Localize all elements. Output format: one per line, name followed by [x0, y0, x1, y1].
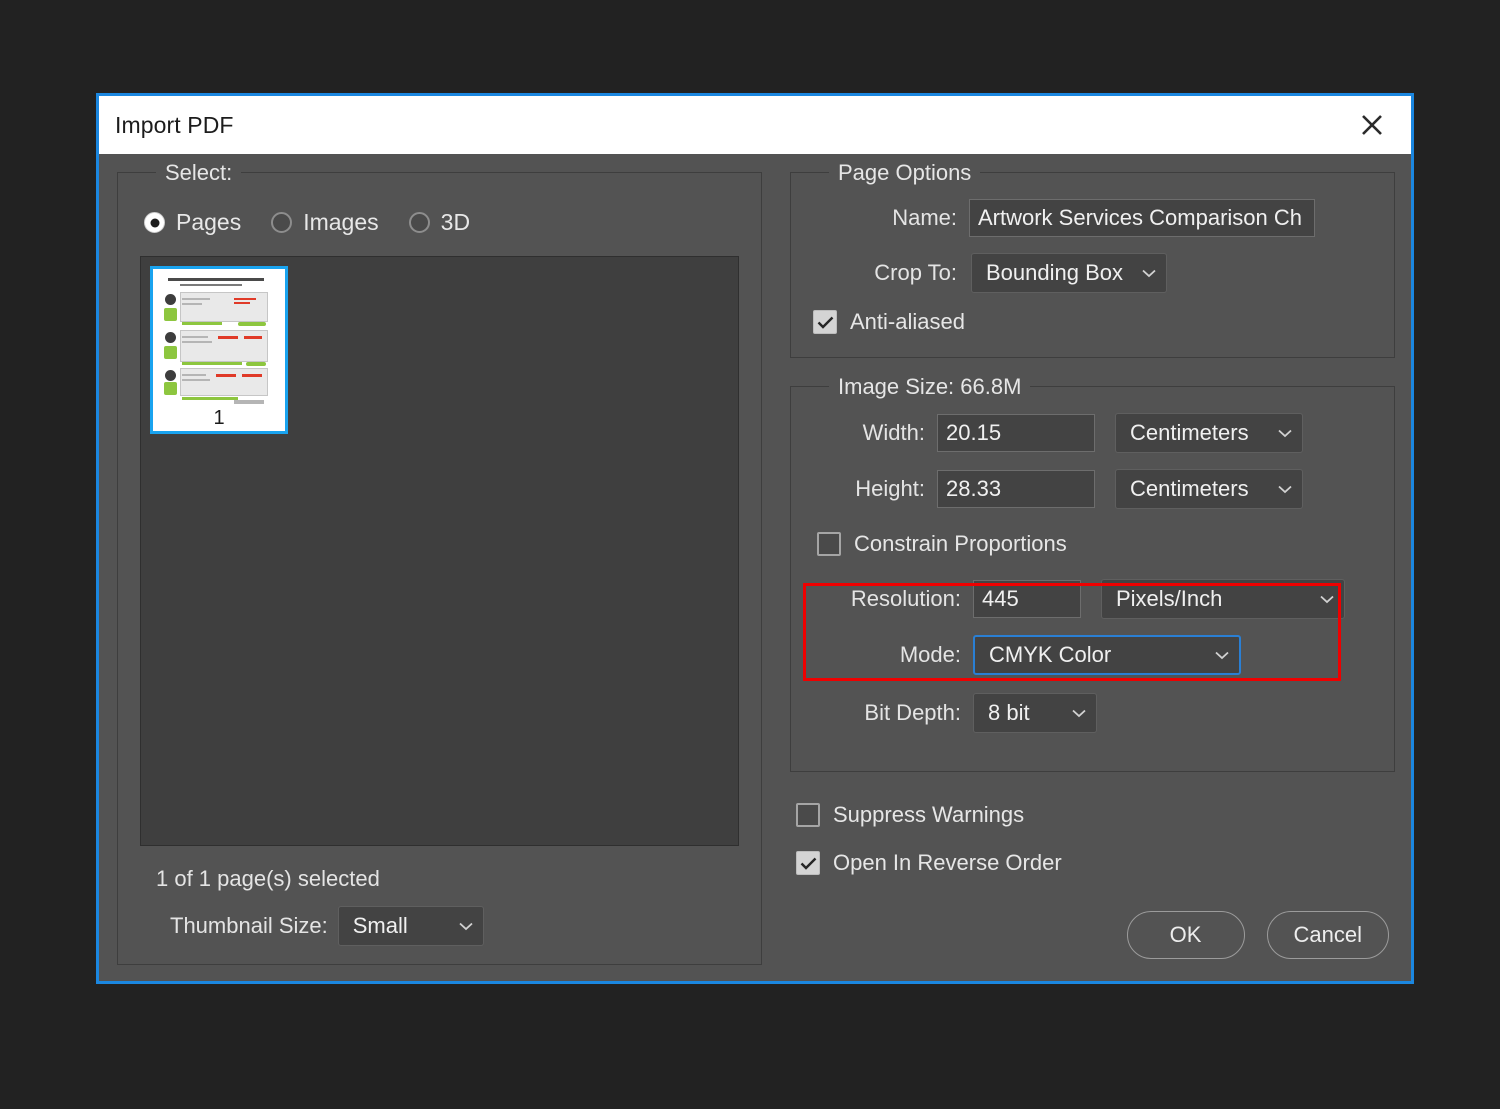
anti-aliased-label: Anti-aliased [850, 309, 965, 334]
crop-to-row: Crop To: Bounding Box [813, 253, 1372, 293]
crop-to-label: Crop To: [874, 260, 957, 285]
dialog-actions: OK Cancel [790, 911, 1395, 965]
height-unit-value: Centimeters [1130, 476, 1249, 501]
resolution-unit-value: Pixels/Inch [1116, 586, 1223, 611]
chevron-down-icon [1142, 269, 1156, 278]
chevron-down-icon [459, 922, 473, 931]
thumbnail-size-row: Thumbnail Size: Small [170, 906, 739, 946]
bit-depth-value: 8 bit [988, 700, 1030, 725]
radio-3d-label: 3D [440, 209, 471, 235]
import-pdf-dialog: Import PDF Select: Pages Images 3D 1 1 o… [96, 93, 1414, 984]
page-thumbnail-preview [158, 272, 280, 404]
name-label: Name: [892, 205, 957, 230]
mode-row: Mode: CMYK Color [813, 635, 1372, 675]
page-options-group: Page Options Name: Artwork Services Comp… [790, 160, 1395, 358]
radio-3d[interactable]: 3D [408, 209, 471, 236]
crop-to-dropdown[interactable]: Bounding Box [971, 253, 1167, 293]
mode-value: CMYK Color [989, 642, 1112, 667]
page-thumbnail-number: 1 [213, 407, 225, 429]
suppress-warnings-label: Suppress Warnings [833, 802, 1025, 827]
constrain-proportions-checkbox[interactable] [817, 532, 841, 556]
chevron-down-icon [1278, 485, 1292, 494]
chevron-down-icon [1215, 651, 1229, 660]
constrain-proportions-label: Constrain Proportions [854, 531, 1067, 556]
radio-images-label: Images [303, 209, 379, 235]
select-group: Select: Pages Images 3D 1 1 of 1 page(s)… [117, 160, 762, 965]
thumbnail-size-value: Small [352, 913, 408, 938]
name-row: Name: Artwork Services Comparison Ch [813, 199, 1372, 237]
radio-3d-indicator[interactable] [408, 212, 430, 233]
radio-pages[interactable]: Pages [144, 209, 241, 236]
radio-images[interactable]: Images [271, 209, 379, 236]
radio-pages-label: Pages [176, 209, 242, 235]
width-label: Width: [862, 420, 925, 445]
suppress-warnings-checkbox[interactable] [796, 803, 820, 827]
thumbnail-size-label: Thumbnail Size: [170, 913, 328, 938]
height-input[interactable]: 28.33 [937, 470, 1095, 508]
image-size-group-label: Image Size: 66.8M [829, 374, 1031, 400]
check-icon [817, 316, 833, 329]
radio-pages-indicator[interactable] [144, 212, 165, 233]
thumbnail-size-dropdown[interactable]: Small [337, 906, 484, 946]
extra-options: Suppress Warnings Open In Reverse Order [796, 802, 1395, 876]
close-icon[interactable] [1355, 108, 1389, 142]
height-label: Height: [855, 476, 925, 501]
name-input[interactable]: Artwork Services Comparison Ch [969, 199, 1315, 237]
width-unit-dropdown[interactable]: Centimeters [1115, 413, 1303, 453]
chevron-down-icon [1278, 429, 1292, 438]
check-icon [800, 857, 816, 870]
constrain-proportions-row[interactable]: Constrain Proportions [817, 531, 1372, 557]
dialog-body: Select: Pages Images 3D 1 1 of 1 page(s)… [99, 154, 1411, 981]
bit-depth-row: Bit Depth: 8 bit [813, 693, 1372, 733]
open-reverse-order-checkbox[interactable] [796, 851, 820, 875]
width-input[interactable]: 20.15 [937, 414, 1095, 452]
right-column: Page Options Name: Artwork Services Comp… [790, 160, 1395, 965]
mode-label: Mode: [899, 642, 961, 667]
cancel-button[interactable]: Cancel [1266, 911, 1389, 959]
resolution-label: Resolution: [850, 586, 961, 611]
anti-aliased-checkbox-row[interactable]: Anti-aliased [813, 309, 1372, 335]
height-unit-dropdown[interactable]: Centimeters [1115, 469, 1303, 509]
page-thumbnail-list[interactable]: 1 [140, 256, 739, 846]
page-thumbnail-item[interactable]: 1 [150, 266, 288, 434]
radio-images-indicator[interactable] [271, 212, 293, 233]
select-group-label: Select: [156, 160, 242, 186]
height-row: Height: 28.33 Centimeters [813, 469, 1372, 509]
chevron-down-icon [1072, 709, 1086, 718]
open-reverse-order-row[interactable]: Open In Reverse Order [796, 850, 1395, 876]
bit-depth-dropdown[interactable]: 8 bit [973, 693, 1097, 733]
open-reverse-order-label: Open In Reverse Order [833, 850, 1062, 875]
source-type-radio-group: Pages Images 3D [144, 209, 739, 236]
left-column: Select: Pages Images 3D 1 1 of 1 page(s)… [117, 160, 762, 965]
page-options-group-label: Page Options [829, 160, 981, 186]
dialog-title: Import PDF [115, 111, 234, 138]
anti-aliased-checkbox[interactable] [813, 310, 837, 334]
dialog-titlebar: Import PDF [99, 96, 1411, 154]
image-size-group: Image Size: 66.8M Width: 20.15 Centimete… [790, 374, 1395, 772]
resolution-row: Resolution: 445 Pixels/Inch [813, 579, 1372, 619]
bit-depth-label: Bit Depth: [864, 700, 961, 725]
ok-button[interactable]: OK [1126, 911, 1245, 959]
suppress-warnings-row[interactable]: Suppress Warnings [796, 802, 1395, 828]
width-unit-value: Centimeters [1130, 420, 1249, 445]
resolution-input[interactable]: 445 [973, 580, 1081, 618]
width-row: Width: 20.15 Centimeters [813, 413, 1372, 453]
mode-dropdown[interactable]: CMYK Color [973, 635, 1241, 675]
resolution-unit-dropdown[interactable]: Pixels/Inch [1101, 579, 1345, 619]
chevron-down-icon [1320, 595, 1334, 604]
crop-to-value: Bounding Box [986, 260, 1123, 285]
selection-status: 1 of 1 page(s) selected [156, 866, 380, 891]
